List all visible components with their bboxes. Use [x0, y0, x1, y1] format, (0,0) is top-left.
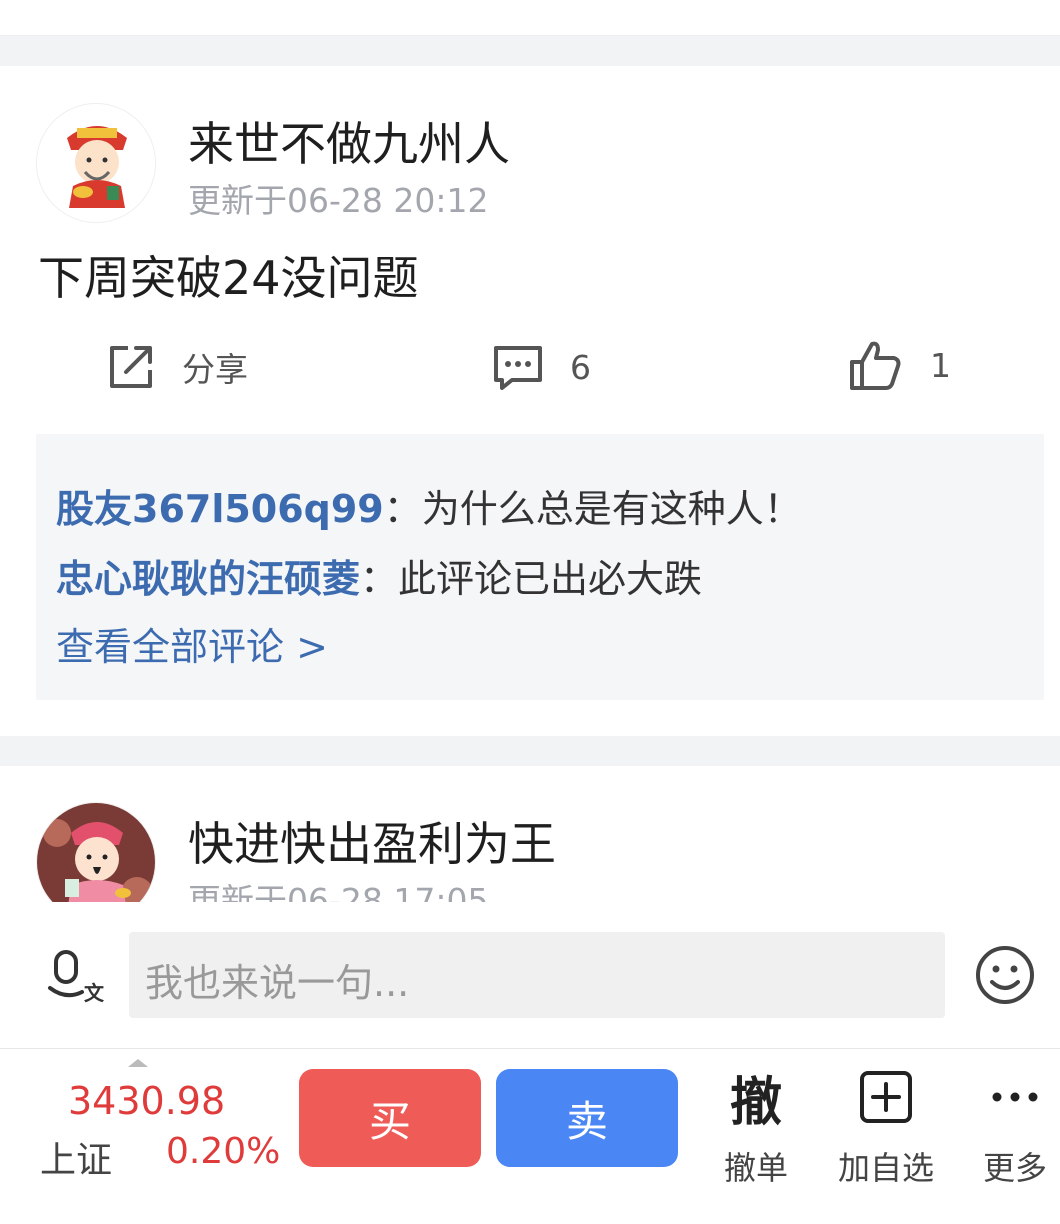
- share-label: 分享: [182, 350, 248, 389]
- comment-item[interactable]: 忠心耿耿的汪硕菱：此评论已出必大跌: [56, 548, 702, 603]
- comment-text: ：为什么总是有这种人！: [383, 487, 802, 531]
- share-icon: [110, 346, 152, 388]
- comment-count: 6: [570, 347, 591, 387]
- previous-post-edge: [0, 0, 1060, 36]
- post-content[interactable]: 下周突破24没问题: [38, 242, 419, 308]
- post-card[interactable]: 来世不做九州人 更新于06-28 20:12 下周突破24没问题 分享 6 1 …: [0, 66, 1060, 736]
- sell-button[interactable]: 卖: [496, 1069, 678, 1167]
- more-button[interactable]: 更多: [980, 1059, 1050, 1189]
- post-separator: [0, 36, 1060, 66]
- add-watchlist-button[interactable]: 加自选: [834, 1059, 938, 1189]
- add-square-icon: [834, 1059, 938, 1135]
- view-all-comments-link[interactable]: 查看全部评论 >: [56, 616, 328, 671]
- comment-text: ：此评论已出必大跌: [360, 557, 703, 601]
- buy-button[interactable]: 买: [299, 1069, 481, 1167]
- comment-button[interactable]: 6: [492, 344, 591, 390]
- post-separator: [0, 736, 1060, 766]
- smiley-icon: [976, 946, 1034, 1004]
- share-button[interactable]: 分享: [106, 342, 248, 392]
- more-dots-icon: [980, 1059, 1050, 1135]
- comment-preview: 股友367l506q99：为什么总是有这种人！ 忠心耿耿的汪硕菱：此评论已出必大…: [36, 434, 1044, 700]
- post-username[interactable]: 来世不做九州人: [188, 108, 510, 174]
- fortune-god-avatar-icon: [37, 104, 155, 222]
- post-username[interactable]: 快进快出盈利为王: [188, 808, 556, 874]
- comment-author[interactable]: 忠心耿耿的汪硕菱: [56, 557, 360, 601]
- like-count: 1: [930, 345, 951, 385]
- fortune-god-avatar-icon: [37, 803, 155, 902]
- expand-caret-icon[interactable]: [128, 1059, 148, 1067]
- post-timestamp: 更新于06-28 20:12: [188, 181, 489, 220]
- avatar[interactable]: [36, 802, 156, 902]
- more-label: 更多: [982, 1149, 1047, 1187]
- svg-text:文: 文: [84, 981, 104, 1004]
- avatar[interactable]: [36, 103, 156, 223]
- cancel-order-icon: 撤: [729, 1072, 782, 1133]
- reply-input-bar: 文 我也来说一句...: [0, 918, 1060, 1048]
- cancel-order-label: 撤单: [723, 1149, 788, 1187]
- trade-toolbar: 3430.98 上证 0.20% 买 卖 撤 撤单 加自选 更多: [0, 1048, 1060, 1224]
- index-change[interactable]: 0.20%: [166, 1131, 280, 1172]
- index-value[interactable]: 3430.98: [68, 1079, 225, 1123]
- comment-item[interactable]: 股友367l506q99：为什么总是有这种人！: [56, 478, 802, 533]
- emoji-button[interactable]: [974, 944, 1036, 1010]
- voice-input-button[interactable]: 文: [46, 948, 105, 1008]
- cancel-order-button[interactable]: 撤 撤单: [718, 1059, 794, 1189]
- add-watchlist-label: 加自选: [837, 1149, 934, 1187]
- thumbs-up-icon: [850, 341, 901, 390]
- reply-input[interactable]: 我也来说一句...: [129, 932, 945, 1018]
- post-card[interactable]: 快进快出盈利为王 更新于06-28 17:05: [0, 766, 1060, 902]
- comment-icon: [494, 346, 542, 390]
- voice-to-text-icon: 文: [48, 950, 105, 1005]
- post-timestamp: 更新于06-28 17:05: [188, 881, 489, 902]
- like-button[interactable]: 1: [848, 338, 951, 392]
- index-name[interactable]: 上证: [40, 1131, 112, 1183]
- comment-author[interactable]: 股友367l506q99: [56, 487, 384, 531]
